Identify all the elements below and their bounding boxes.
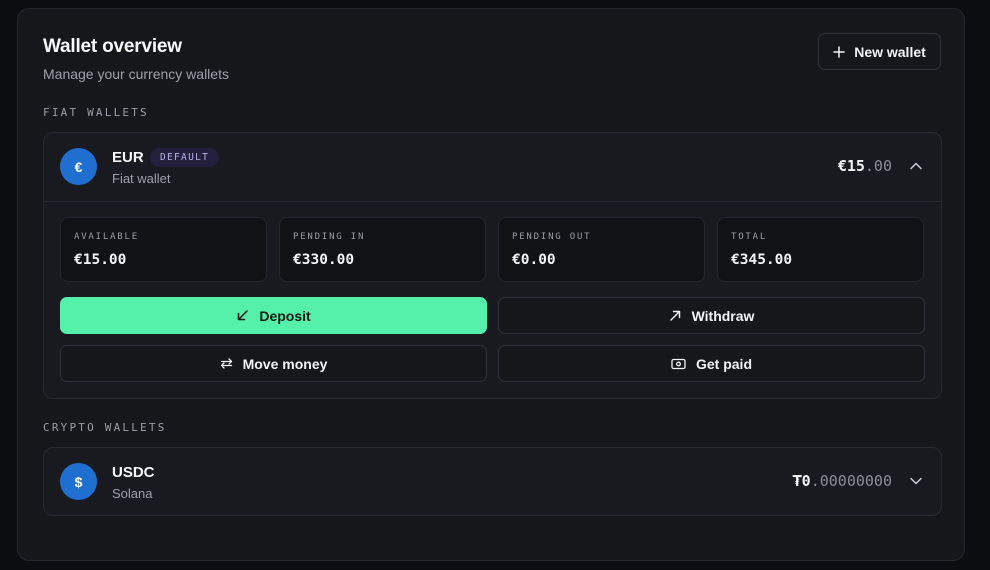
euro-icon: € — [60, 148, 97, 185]
plus-icon — [833, 45, 845, 58]
move-money-label: Move money — [242, 355, 328, 372]
deposit-button[interactable]: Deposit — [60, 297, 487, 334]
balance-stats: AVAILABLE €15.00 PENDING IN €330.00 PEND… — [60, 217, 924, 282]
fiat-section-label: FIAT WALLETS — [43, 106, 149, 119]
arrow-up-right-icon — [669, 310, 680, 321]
stat-total: TOTAL €345.00 — [717, 217, 924, 282]
stat-value: €15.00 — [74, 252, 127, 268]
stat-value: €330.00 — [293, 252, 355, 268]
stat-label: PENDING IN — [293, 232, 366, 242]
balance-decimals: .00000000 — [810, 472, 892, 490]
arrows-exchange-icon — [220, 358, 232, 369]
stat-value: €345.00 — [731, 252, 793, 268]
crypto-section-label: CRYPTO WALLETS — [43, 421, 167, 434]
banknote-icon — [671, 358, 686, 369]
balance-main: ₮0 — [792, 472, 811, 490]
usdc-wallet-card: $ USDC Solana ₮0.00000000 — [43, 447, 942, 516]
default-badge: DEFAULT — [150, 148, 220, 167]
wallet-name: EUR — [112, 149, 144, 166]
usdc-wallet-header[interactable]: $ USDC Solana ₮0.00000000 — [44, 448, 941, 516]
wallet-balance: €15.00 — [838, 157, 892, 175]
withdraw-button[interactable]: Withdraw — [498, 297, 925, 334]
new-wallet-label: New wallet — [854, 43, 926, 60]
stat-pending-in: PENDING IN €330.00 — [279, 217, 486, 282]
balance-decimals: .00 — [864, 157, 892, 175]
stat-label: PENDING OUT — [512, 232, 592, 242]
chevron-up-icon[interactable] — [909, 159, 923, 173]
stat-label: TOTAL — [731, 232, 768, 242]
stat-pending-out: PENDING OUT €0.00 — [498, 217, 705, 282]
wallet-overview-panel: Wallet overview Manage your currency wal… — [17, 8, 965, 561]
get-paid-button[interactable]: Get paid — [498, 345, 925, 382]
move-money-button[interactable]: Move money — [60, 345, 487, 382]
eur-wallet-header[interactable]: € EUR DEFAULT Fiat wallet €15.00 — [44, 133, 941, 201]
page-subtitle: Manage your currency wallets — [43, 66, 229, 82]
deposit-label: Deposit — [259, 307, 311, 324]
stat-value: €0.00 — [512, 252, 556, 268]
arrow-down-left-icon — [238, 310, 249, 321]
new-wallet-button[interactable]: New wallet — [818, 33, 941, 70]
page-title: Wallet overview — [43, 36, 182, 57]
stat-label: AVAILABLE — [74, 232, 139, 242]
wallet-balance: ₮0.00000000 — [793, 472, 892, 490]
dollar-icon: $ — [60, 463, 97, 500]
chevron-down-icon[interactable] — [909, 474, 923, 488]
wallet-type: Fiat wallet — [112, 171, 171, 186]
card-divider — [44, 201, 941, 202]
wallet-network: Solana — [112, 486, 153, 501]
eur-wallet-card: € EUR DEFAULT Fiat wallet €15.00 AVAILAB… — [43, 132, 942, 399]
balance-main: €15 — [837, 157, 865, 175]
get-paid-label: Get paid — [695, 355, 752, 372]
wallet-name: USDC — [112, 464, 155, 481]
withdraw-label: Withdraw — [691, 307, 755, 324]
stat-available: AVAILABLE €15.00 — [60, 217, 267, 282]
